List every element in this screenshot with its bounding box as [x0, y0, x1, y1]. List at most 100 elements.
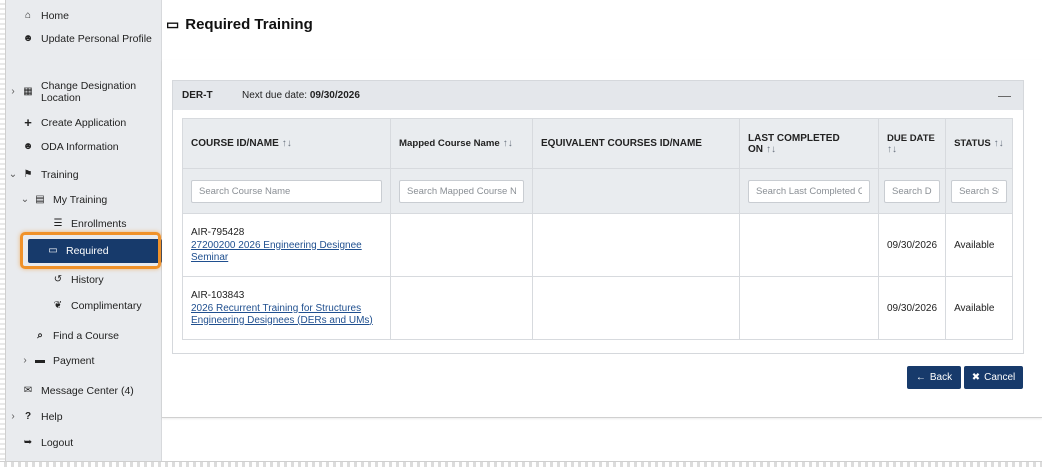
- cell-due-date: 09/30/2026: [877, 276, 947, 340]
- sidebar-item-message-center[interactable]: ✉ Message Center (4): [6, 380, 162, 402]
- sidebar-item-enrollments[interactable]: ☰ Enrollments: [6, 214, 162, 234]
- building-icon: ▦: [23, 86, 33, 97]
- search-mapped-course-name-input[interactable]: [399, 179, 524, 203]
- home-icon: ⌂: [24, 10, 32, 21]
- table-row: AIR-103843 2026 Recurrent Training for S…: [182, 276, 1013, 340]
- sidebar-item-label: Message Center (4): [41, 385, 134, 397]
- sidebar-item-change-designation-location[interactable]: › ▦ Change Designation Location: [6, 74, 162, 110]
- sort-icon[interactable]: ↑↓: [282, 138, 292, 149]
- plus-icon: +: [24, 115, 32, 130]
- gift-icon: ❦: [53, 300, 63, 311]
- cancel-button[interactable]: ✖ Cancel: [964, 366, 1023, 389]
- next-due-value: 09/30/2026: [309, 90, 360, 101]
- column-header-mapped-course-name[interactable]: Mapped Course Name ↑↓: [390, 118, 533, 169]
- sidebar-item-label: Home: [41, 10, 70, 22]
- course-name-link[interactable]: 2026 Recurrent Training for Structures E…: [191, 303, 373, 326]
- history-icon: ↺: [53, 274, 63, 285]
- list-icon: ☰: [53, 218, 63, 229]
- content-card: DER-T Next due date: 09/30/2026 — COURSE…: [162, 60, 1042, 418]
- sidebar-item-payment[interactable]: › ▬ Payment: [6, 350, 162, 372]
- page-title-text: Required Training: [185, 16, 313, 33]
- credit-card-icon: ▬: [35, 355, 45, 366]
- search-status-input[interactable]: [951, 179, 1007, 203]
- main-content: ▭ Required Training DER-T Next due date:…: [162, 0, 1042, 420]
- user-icon: ☻: [22, 33, 34, 44]
- sidebar-item-label: Update Personal Profile: [41, 33, 152, 45]
- cell-mapped-course-name: [390, 276, 533, 340]
- chevron-down-icon: ⌄: [20, 194, 30, 205]
- training-panel: DER-T Next due date: 09/30/2026 — COURSE…: [172, 80, 1024, 354]
- sidebar-item-label: My Training: [53, 194, 108, 206]
- sidebar-item-label: Change Designation Location: [41, 80, 137, 104]
- sidebar-item-training[interactable]: ⌄ ⚑ Training: [6, 165, 162, 185]
- sidebar-item-create-application[interactable]: + Create Application: [6, 112, 162, 134]
- arrow-left-icon: ←: [915, 372, 926, 383]
- cell-last-completed-on: [739, 213, 879, 277]
- search-due-date-input[interactable]: [884, 179, 941, 203]
- user-icon: ☻: [22, 141, 34, 152]
- chevron-right-icon: ›: [11, 86, 15, 97]
- column-header-due-date[interactable]: DUE DATE ↑↓: [877, 118, 947, 169]
- cell-mapped-course-name: [390, 213, 533, 277]
- close-icon: ✖: [971, 372, 981, 383]
- search-icon: ⌕: [37, 330, 43, 341]
- next-due-label: Next due date:: [242, 90, 308, 101]
- cell-equivalent-courses: [532, 276, 740, 340]
- sidebar-item-my-training[interactable]: ⌄ ▤ My Training: [6, 190, 162, 210]
- column-header-equivalent-courses: EQUIVALENT COURSES ID/NAME: [532, 118, 740, 169]
- sidebar-item-label: Enrollments: [71, 218, 127, 230]
- search-row: [182, 168, 1013, 214]
- chalkboard-icon: ⚑: [23, 169, 33, 180]
- back-button[interactable]: ← Back: [907, 366, 961, 389]
- torn-edge-left: [0, 0, 6, 467]
- sidebar-item-history[interactable]: ↺ History: [6, 270, 162, 290]
- sidebar-item-label: Find a Course: [53, 330, 119, 342]
- column-header-last-completed-on[interactable]: LAST COMPLETED ON ↑↓: [739, 118, 879, 169]
- list-box-icon: ▤: [35, 194, 45, 205]
- logout-icon: ➥: [23, 437, 33, 448]
- panel-header[interactable]: DER-T Next due date: 09/30/2026 —: [173, 81, 1023, 110]
- cell-status: Available: [945, 213, 1013, 277]
- sidebar-item-label: Training: [41, 169, 79, 181]
- designation-code: DER-T: [182, 90, 213, 101]
- course-id: AIR-103843: [191, 289, 245, 301]
- sidebar-item-label: History: [71, 274, 104, 286]
- sort-icon[interactable]: ↑↓: [887, 144, 897, 155]
- chevron-right-icon: ›: [11, 411, 15, 422]
- sidebar-item-label: ODA Information: [41, 141, 119, 153]
- sidebar-item-logout[interactable]: ➥ Logout: [6, 432, 162, 454]
- sidebar: ⌂ Home ☻ Update Personal Profile › ▦ Cha…: [6, 0, 162, 461]
- cell-equivalent-courses: [532, 213, 740, 277]
- column-header-course-id-name[interactable]: COURSE ID/NAME ↑↓: [182, 118, 391, 169]
- sidebar-item-label: Create Application: [41, 117, 127, 129]
- sidebar-item-help[interactable]: › ? Help: [6, 406, 162, 428]
- sidebar-item-find-a-course[interactable]: ⌕ Find a Course: [6, 325, 162, 347]
- search-course-name-input[interactable]: [191, 179, 382, 203]
- sidebar-item-label: Payment: [53, 355, 95, 367]
- sidebar-item-update-personal-profile[interactable]: ☻ Update Personal Profile: [6, 28, 162, 50]
- page-title: ▭ Required Training: [166, 16, 313, 33]
- search-last-completed-on-input[interactable]: [748, 179, 870, 203]
- sidebar-item-home[interactable]: ⌂ Home: [6, 4, 162, 28]
- cell-course: AIR-103843 2026 Recurrent Training for S…: [182, 276, 391, 340]
- sort-icon[interactable]: ↑↓: [503, 138, 513, 149]
- sidebar-item-complimentary[interactable]: ❦ Complimentary: [6, 296, 162, 316]
- sort-icon[interactable]: ↑↓: [766, 144, 776, 155]
- course-name-link[interactable]: 27200200 2026 Engineering Designee Semin…: [191, 240, 362, 263]
- monitor-icon: ▭: [166, 16, 180, 32]
- sidebar-item-oda-information[interactable]: ☻ ODA Information: [6, 136, 162, 158]
- collapse-icon[interactable]: —: [998, 88, 1011, 103]
- sidebar-item-label: Complimentary: [71, 300, 142, 312]
- cell-course: AIR-795428 27200200 2026 Engineering Des…: [182, 213, 391, 277]
- sort-icon[interactable]: ↑↓: [994, 138, 1004, 149]
- envelope-icon: ✉: [23, 385, 33, 396]
- table-header-row: COURSE ID/NAME ↑↓ Mapped Course Name ↑↓ EQ…: [182, 118, 1013, 169]
- sidebar-item-label: Required: [66, 245, 109, 257]
- column-header-status[interactable]: STATUS ↑↓: [945, 118, 1013, 169]
- chevron-right-icon: ›: [23, 355, 27, 366]
- course-id: AIR-795428: [191, 226, 245, 238]
- sidebar-item-label: Help: [41, 411, 63, 423]
- torn-edge-bottom: [0, 461, 1042, 467]
- sidebar-item-required[interactable]: ▭ Required: [28, 239, 162, 263]
- monitor-icon: ▭: [48, 245, 58, 256]
